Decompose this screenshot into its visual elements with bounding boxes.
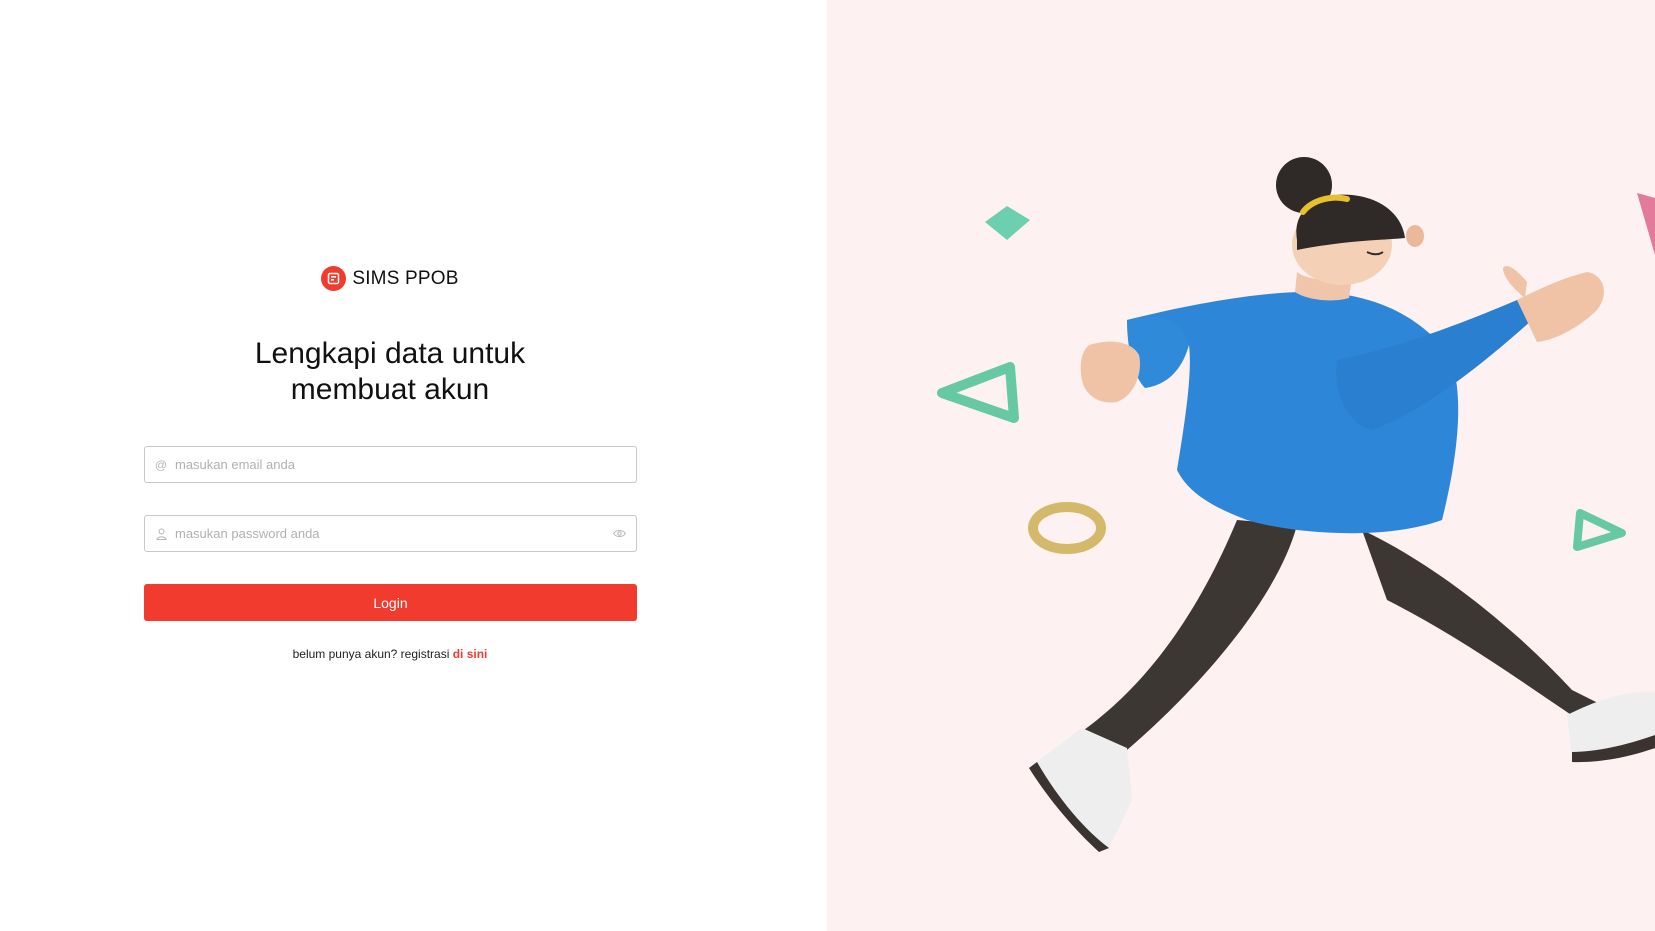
running-person-illustration	[937, 157, 1655, 852]
left-hand	[1080, 341, 1141, 403]
password-input[interactable]	[175, 516, 611, 551]
back-leg	[1362, 530, 1602, 725]
front-leg	[1077, 520, 1297, 770]
user-icon	[153, 528, 169, 540]
register-link[interactable]: di sini	[453, 647, 488, 661]
email-field[interactable]: @	[144, 446, 637, 483]
eye-left	[1372, 236, 1376, 240]
ear	[1406, 225, 1424, 247]
triangle-shape-right	[1573, 509, 1626, 551]
diamond-shape	[985, 206, 1030, 240]
login-panel: SIMS PPOB Lengkapi data untuk membuat ak…	[0, 0, 827, 931]
at-icon: @	[154, 457, 168, 472]
login-button[interactable]: Login	[144, 584, 637, 621]
page-title: Lengkapi data untuk membuat akun	[0, 336, 780, 408]
illustration-panel	[827, 0, 1655, 931]
login-page: SIMS PPOB Lengkapi data untuk membuat ak…	[0, 0, 1655, 931]
brand-logo-icon	[321, 266, 347, 291]
ring-shape	[1028, 502, 1106, 554]
hair-bun	[1276, 157, 1332, 213]
password-field[interactable]	[144, 515, 637, 552]
eye-right	[1388, 234, 1392, 238]
eye-icon[interactable]	[611, 529, 627, 538]
right-hand	[1517, 272, 1604, 342]
page-title-line-2: membuat akun	[290, 373, 490, 406]
signup-prompt: belum punya akun? registrasi di sini	[0, 647, 780, 661]
page-title-line-1: Lengkapi data untuk	[254, 337, 526, 370]
triangle-shape-left	[937, 362, 1019, 423]
signup-prompt-text: belum punya akun? registrasi	[292, 647, 453, 661]
brand-name: SIMS PPOB	[352, 267, 459, 289]
pink-shape	[1637, 193, 1655, 255]
brand-header: SIMS PPOB	[0, 266, 780, 291]
email-input[interactable]	[175, 447, 636, 482]
